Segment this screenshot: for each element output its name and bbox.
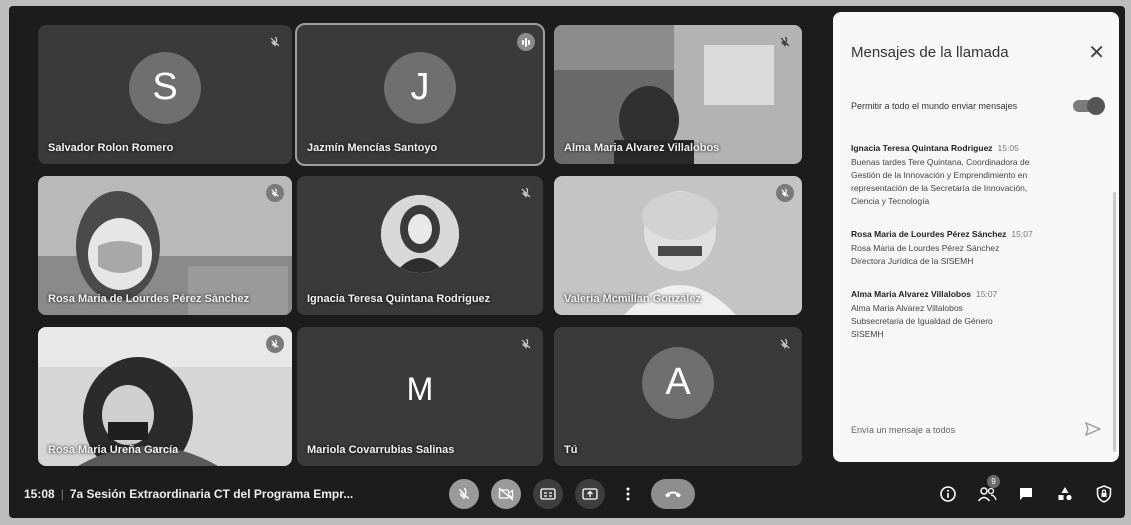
mic-off-icon xyxy=(776,33,794,51)
participant-name: Alma Maria Alvarez Villalobos xyxy=(564,142,720,154)
message-sender: Ignacia Teresa Quintana Rodriguez xyxy=(851,143,993,153)
participant-tile[interactable]: A Tú xyxy=(554,327,802,466)
close-icon[interactable]: ✕ xyxy=(1088,40,1105,65)
message-text: Buenas tardes Tere Quintana, Coordinador… xyxy=(851,156,1096,208)
mic-off-icon xyxy=(776,335,794,353)
participant-count-badge: 9 xyxy=(987,475,1000,488)
participant-name: Valeria Mcmillan González xyxy=(564,293,701,305)
more-options-button[interactable] xyxy=(617,479,639,509)
speaking-indicator-icon xyxy=(517,33,535,51)
mic-off-icon xyxy=(776,184,794,202)
captions-button[interactable] xyxy=(533,479,563,509)
meeting-info: 15:08 | 7a Sesión Extraordinaria CT del Pr… xyxy=(24,487,353,501)
chat-icon xyxy=(1020,488,1032,500)
allow-messages-label: Permitir a todo el mundo enviar mensajes xyxy=(851,101,1018,111)
message-sender: Rosa Maria de Lourdes Pérez Sánchez xyxy=(851,229,1007,239)
hang-up-icon xyxy=(665,491,681,498)
allow-messages-row: Permitir a todo el mundo enviar mensajes xyxy=(851,97,1105,115)
camera-off-icon xyxy=(498,487,514,501)
participant-name: Jazmín Mencías Santoyo xyxy=(307,142,438,154)
scrollbar[interactable] xyxy=(1113,192,1116,452)
meeting-details-button[interactable] xyxy=(935,479,961,509)
message-text: Alma Maria Alvarez Villalobos Subsecreta… xyxy=(851,302,1096,341)
message-text: Rosa Maria de Lourdes Pérez Sánchez Dire… xyxy=(851,242,1096,268)
participant-name: Salvador Rolon Romero xyxy=(48,142,174,154)
participant-tile[interactable]: J Jazmín Mencías Santoyo xyxy=(295,23,545,166)
message-line: Gestión de la Innovación y Emprendimient… xyxy=(851,170,1028,180)
info-icon xyxy=(940,486,956,502)
side-controls: 9 xyxy=(935,475,1117,509)
avatar: M xyxy=(406,371,434,408)
participant-tile[interactable]: M Mariola Covarrubias Salinas xyxy=(297,327,543,466)
participant-tile[interactable]: Rosa Maria Ureña García xyxy=(38,327,292,466)
leave-call-button[interactable] xyxy=(651,479,695,509)
present-icon xyxy=(582,488,598,500)
participant-tile[interactable]: Alma Maria Alvarez Villalobos xyxy=(554,25,802,164)
mic-toggle-button[interactable] xyxy=(449,479,479,509)
participant-tile[interactable]: Valeria Mcmillan González xyxy=(554,176,802,315)
captions-icon xyxy=(540,488,556,500)
activities-button[interactable] xyxy=(1052,479,1078,509)
message-line: Rosa Maria de Lourdes Pérez Sánchez xyxy=(851,243,1000,253)
participant-tile[interactable]: S Salvador Rolon Romero xyxy=(38,25,292,164)
chat-panel: Mensajes de la llamada ✕ Permitir a todo… xyxy=(833,12,1119,462)
avatar: J xyxy=(384,51,456,124)
message-input[interactable]: Envía un mensaje a todos xyxy=(851,425,955,435)
control-bar: 15:08 | 7a Sesión Extraordinaria CT del Pr… xyxy=(9,471,1125,518)
message-line: Directora Jurídica de la SISEMH xyxy=(851,256,974,266)
message-sender: Alma Maria Alvarez Villalobos xyxy=(851,289,971,299)
chat-button[interactable] xyxy=(1013,479,1039,509)
message-line: Ciencia y Tecnología xyxy=(851,196,930,206)
mic-off-icon xyxy=(266,335,284,353)
more-vert-icon xyxy=(626,487,630,501)
separator: | xyxy=(60,487,64,501)
participant-name: Rosa Maria Ureña García xyxy=(48,444,179,456)
participant-tile[interactable]: Rosa Maria de Lourdes Pérez Sánchez xyxy=(38,176,292,315)
send-icon[interactable] xyxy=(1084,421,1102,441)
participants-button[interactable]: 9 xyxy=(974,475,1000,509)
mic-off-icon xyxy=(458,488,470,500)
avatar: S xyxy=(129,51,201,124)
message-time: 15:07 xyxy=(976,289,998,299)
avatar: A xyxy=(642,346,714,419)
participant-name: Ignacia Teresa Quintana Rodriguez xyxy=(307,293,491,305)
mic-off-icon xyxy=(266,184,284,202)
message-line: SISEMH xyxy=(851,329,884,339)
shield-lock-icon xyxy=(1096,485,1112,503)
message-time: 15:05 xyxy=(997,143,1019,153)
message-line: representación de la Secretaría de Innov… xyxy=(851,183,1028,193)
message-time: 15:07 xyxy=(1011,229,1033,239)
chat-message: Alma Maria Alvarez Villalobos 15:07 Alma … xyxy=(851,288,1096,341)
host-controls-button[interactable] xyxy=(1091,479,1117,509)
message-line: Buenas tardes Tere Quintana, Coordinador… xyxy=(851,157,1030,167)
panel-title: Mensajes de la llamada xyxy=(851,44,1009,61)
participant-name: Rosa Maria de Lourdes Pérez Sánchez xyxy=(48,293,250,305)
chat-message: Ignacia Teresa Quintana Rodriguez 15:05 B… xyxy=(851,142,1096,208)
people-icon xyxy=(977,487,997,502)
participant-grid: S Salvador Rolon Romero J Jazmín Mencías… xyxy=(9,6,829,471)
participant-name: Tú xyxy=(564,444,578,456)
message-list: Ignacia Teresa Quintana Rodriguez 15:05 B… xyxy=(851,142,1096,361)
call-controls xyxy=(449,479,695,509)
chat-message: Rosa Maria de Lourdes Pérez Sánchez 15:07… xyxy=(851,228,1096,268)
present-button[interactable] xyxy=(575,479,605,509)
meeting-time: 15:08 xyxy=(24,487,55,501)
message-line: Subsecretaria de Igualdad de Género xyxy=(851,316,993,326)
meeting-title: 7a Sesión Extraordinaria CT del Programa… xyxy=(69,487,354,501)
mic-off-icon xyxy=(517,184,535,202)
activities-icon xyxy=(1058,487,1072,501)
allow-messages-toggle[interactable] xyxy=(1073,97,1105,115)
mic-off-icon xyxy=(266,33,284,51)
message-line: Alma Maria Alvarez Villalobos xyxy=(851,303,963,313)
camera-toggle-button[interactable] xyxy=(491,479,521,509)
avatar xyxy=(381,195,459,274)
participant-name: Mariola Covarrubias Salinas xyxy=(307,444,455,456)
participant-tile[interactable]: Ignacia Teresa Quintana Rodriguez xyxy=(297,176,543,315)
meet-window: S Salvador Rolon Romero J Jazmín Mencías… xyxy=(9,6,1125,518)
mic-off-icon xyxy=(517,335,535,353)
